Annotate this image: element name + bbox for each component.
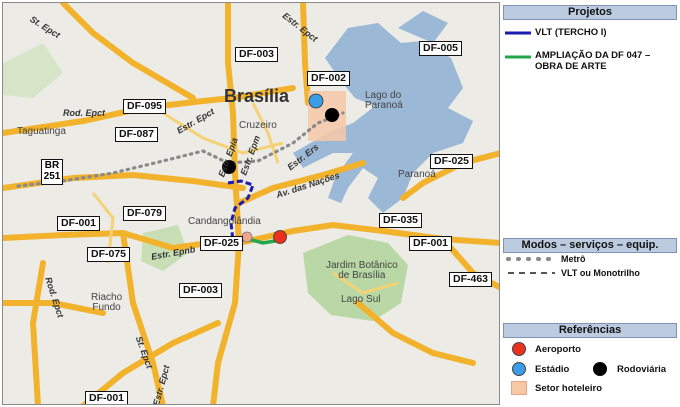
shield-df005: DF-005 <box>419 41 463 56</box>
place-lago-do-paranoa: Lago do Paranoá <box>365 90 403 111</box>
shield-df001-left: DF-001 <box>57 216 101 231</box>
legend-panel: Projetos VLT (TERCHO I) AMPLIAÇÃO DA DF … <box>503 0 680 407</box>
legend-airport-icon <box>512 342 526 356</box>
rodoviaria-marker-1 <box>325 108 339 122</box>
legend-setor-label: Setor hoteleiro <box>535 383 603 394</box>
shield-br251-bottom: 251 <box>43 171 61 182</box>
shield-df087: DF-087 <box>115 127 159 142</box>
shield-df463: DF-463 <box>449 272 493 287</box>
map-graphics <box>3 3 499 404</box>
setor-marker-small <box>241 231 253 243</box>
legend-vlt-mono-swatch <box>508 272 555 274</box>
legend-setor-icon <box>511 381 527 395</box>
shield-df002: DF-002 <box>307 71 351 86</box>
legend-modos-header: Modos – serviços – equip. <box>503 238 677 253</box>
legend-projetos-header: Projetos <box>503 5 677 20</box>
legend-stadium-label: Estádio <box>535 364 570 375</box>
airport-marker <box>273 230 287 244</box>
place-jardim-botanico: Jardim Botânico de Brasília <box>326 260 398 281</box>
shield-df001-right: DF-001 <box>409 236 453 251</box>
shield-df079: DF-079 <box>123 206 167 221</box>
legend-referencias-header: Referências <box>503 323 677 338</box>
legend-rodoviaria-icon <box>593 362 607 376</box>
shield-df075: DF-075 <box>87 247 131 262</box>
place-taguatinga: Taguatinga <box>17 126 66 137</box>
place-brasilia: Brasília <box>224 86 290 106</box>
stadium-marker <box>308 93 324 109</box>
place-paranoa: Paranoá <box>398 169 436 180</box>
map-panel[interactable]: Brasília Cruzeiro Lago do Paranoá Parano… <box>2 2 500 405</box>
shield-br251: BR 251 <box>41 159 63 185</box>
place-riacho-fundo: Riacho Fundo <box>91 292 123 313</box>
shield-df035: DF-035 <box>379 213 423 228</box>
place-cruzeiro: Cruzeiro <box>239 120 277 131</box>
shield-df001-bottom: DF-001 <box>85 391 129 404</box>
place-candangolandia: Candangolândia <box>188 216 261 227</box>
legend-vlt-label: VLT (TERCHO I) <box>535 27 607 38</box>
legend-rodoviaria-label: Rodoviária <box>617 364 667 375</box>
shield-df095: DF-095 <box>123 99 167 114</box>
road-rod-epct: Rod. Epct <box>63 108 105 118</box>
shield-df025-bottom: DF-025 <box>200 236 244 251</box>
legend-stadium-icon <box>512 362 526 376</box>
legend-vlt-swatch <box>505 31 531 35</box>
legend-ampliacao-swatch <box>505 55 531 59</box>
shield-df003-bottom: DF-003 <box>179 283 223 298</box>
legend-airport-label: Aeroporto <box>535 344 581 355</box>
legend-metro-label: Metrô <box>561 254 586 264</box>
shield-df025-right: DF-025 <box>430 154 474 169</box>
place-lago-sul: Lago Sul <box>341 294 381 305</box>
shield-df003-top: DF-003 <box>235 47 279 62</box>
legend-vlt-mono-label: VLT ou Monotrilho <box>561 268 640 278</box>
shield-br251-top: BR <box>44 160 60 171</box>
legend-ampliacao-label: AMPLIAÇÃO DA DF 047 – OBRA DE ARTE <box>535 50 651 72</box>
legend-metro-swatch <box>506 257 557 261</box>
